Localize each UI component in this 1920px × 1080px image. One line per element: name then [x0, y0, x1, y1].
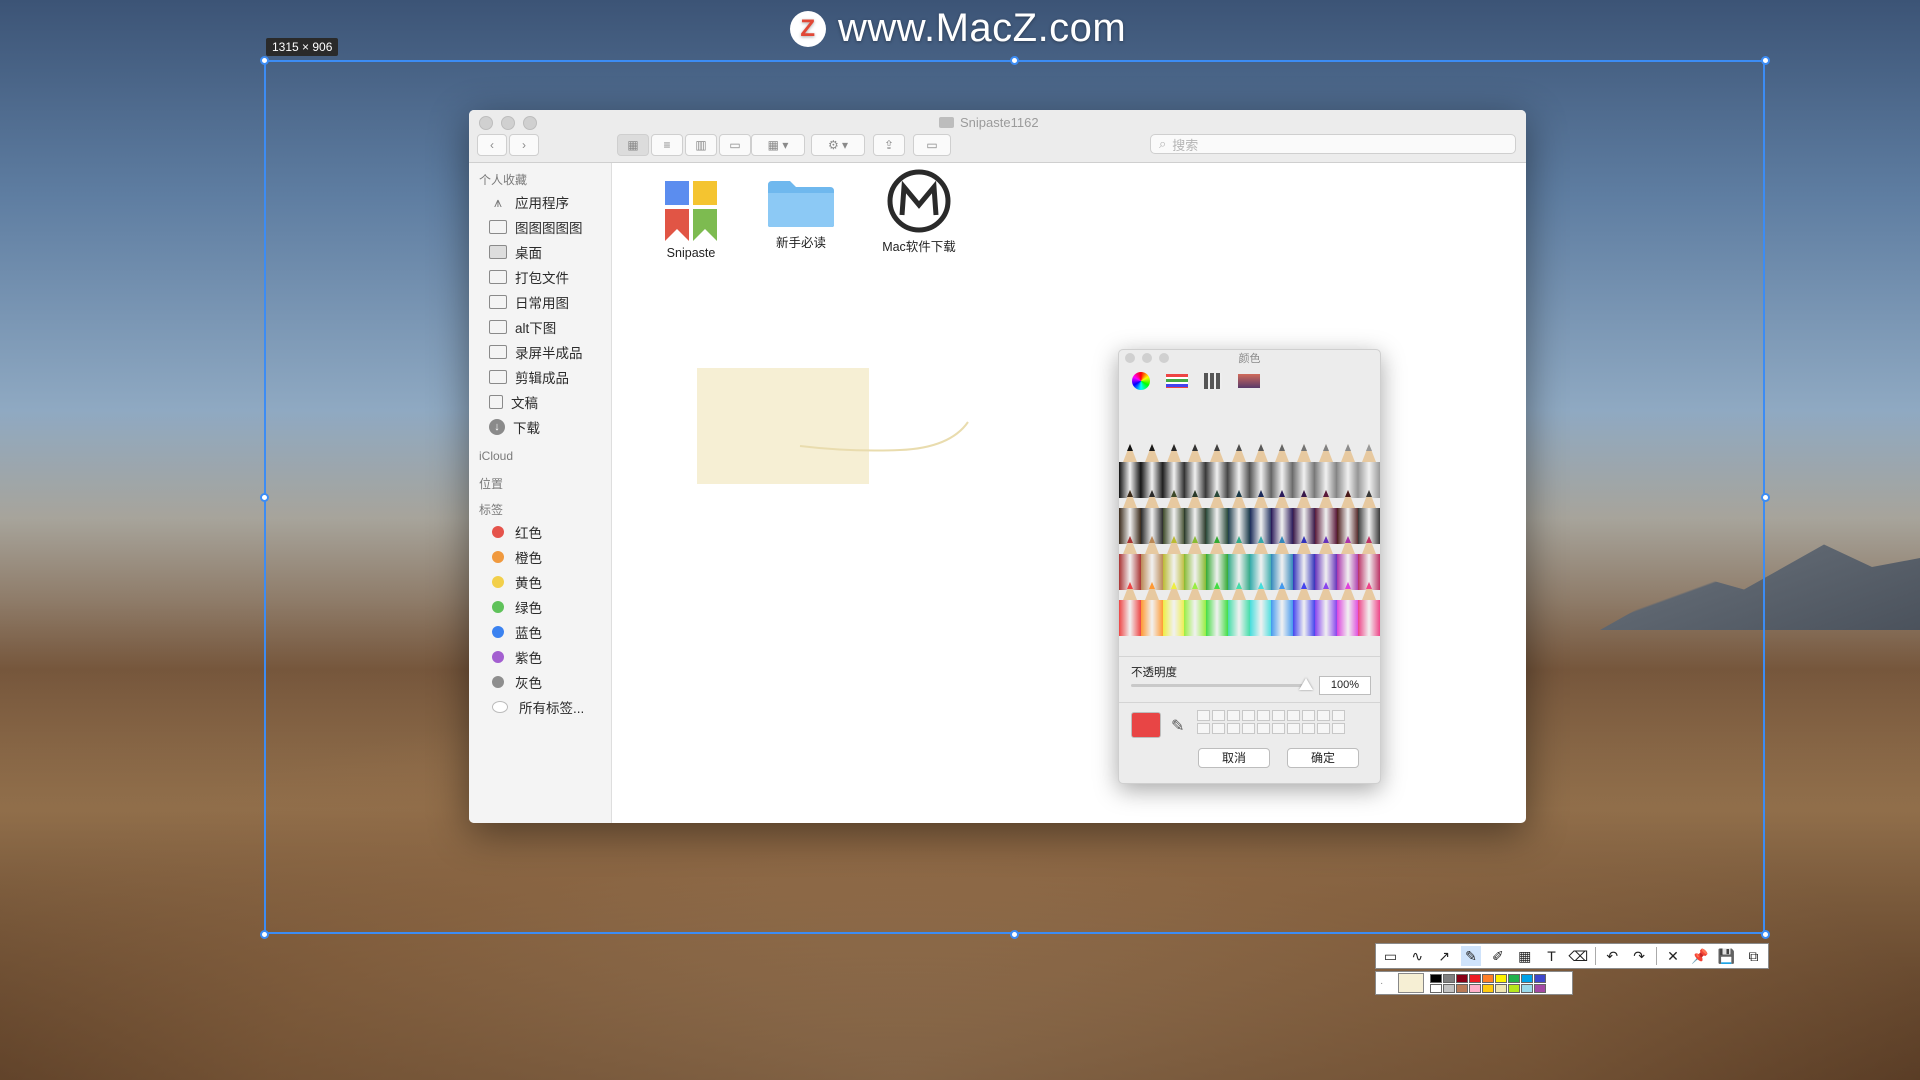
palette-swatch[interactable] [1495, 973, 1507, 983]
separator [1655, 947, 1657, 965]
separator [1594, 947, 1596, 965]
pencil-tool-icon[interactable]: ✎ [1460, 946, 1482, 966]
palette-swatch[interactable] [1482, 983, 1494, 993]
palette-swatch[interactable] [1443, 973, 1455, 983]
resize-handle[interactable] [260, 493, 269, 502]
palette-swatch[interactable] [1430, 973, 1442, 983]
resize-handle[interactable] [260, 56, 269, 65]
palette-swatch[interactable] [1521, 983, 1533, 993]
undo-icon[interactable]: ↶ [1602, 946, 1623, 966]
resize-handle[interactable] [260, 930, 269, 939]
resize-handle[interactable] [1010, 56, 1019, 65]
pin-icon[interactable]: 📌 [1689, 946, 1710, 966]
selection-size-badge: 1315 × 906 [266, 38, 339, 56]
palette-swatch[interactable] [1443, 983, 1455, 993]
resize-handle[interactable] [1761, 493, 1770, 502]
palette-grid[interactable] [1430, 973, 1546, 993]
palette-swatch[interactable] [1508, 973, 1520, 983]
marker-tool-icon[interactable]: ✐ [1487, 946, 1508, 966]
curve-tool-icon[interactable]: ∿ [1407, 946, 1428, 966]
copy-icon[interactable]: ⧉ [1743, 946, 1764, 966]
save-icon[interactable]: 💾 [1716, 946, 1737, 966]
palette-swatch[interactable] [1430, 983, 1442, 993]
palette-swatch[interactable] [1469, 973, 1481, 983]
snipaste-color-palette: · [1375, 971, 1573, 995]
palette-swatch[interactable] [1456, 983, 1468, 993]
snipaste-toolbar: ▭ ∿ ↗ ✎ ✐ ▦ T ⌫ ↶ ↷ ✕ 📌 💾 ⧉ [1375, 943, 1769, 969]
redo-icon[interactable]: ↷ [1629, 946, 1650, 966]
palette-swatch[interactable] [1521, 973, 1533, 983]
palette-swatch[interactable] [1508, 983, 1520, 993]
palette-swatch[interactable] [1495, 983, 1507, 993]
capture-selection-frame[interactable] [264, 60, 1765, 934]
rectangle-tool-icon[interactable]: ▭ [1380, 946, 1401, 966]
mosaic-tool-icon[interactable]: ▦ [1514, 946, 1535, 966]
close-icon[interactable]: ✕ [1663, 946, 1684, 966]
current-pen-color[interactable] [1398, 973, 1424, 993]
palette-swatch[interactable] [1534, 973, 1546, 983]
resize-handle[interactable] [1010, 930, 1019, 939]
resize-handle[interactable] [1761, 56, 1770, 65]
palette-swatch[interactable] [1456, 973, 1468, 983]
arrow-tool-icon[interactable]: ↗ [1434, 946, 1455, 966]
eraser-tool-icon[interactable]: ⌫ [1568, 946, 1589, 966]
pen-size-icon[interactable]: · [1380, 978, 1392, 989]
text-tool-icon[interactable]: T [1541, 946, 1562, 966]
resize-handle[interactable] [1761, 930, 1770, 939]
watermark-text: www.MacZ.com [838, 6, 1127, 50]
macz-logo-icon: Z [790, 10, 826, 47]
watermark: Z www.MacZ.com [790, 6, 1126, 51]
palette-swatch[interactable] [1482, 973, 1494, 983]
palette-swatch[interactable] [1469, 983, 1481, 993]
palette-swatch[interactable] [1534, 983, 1546, 993]
